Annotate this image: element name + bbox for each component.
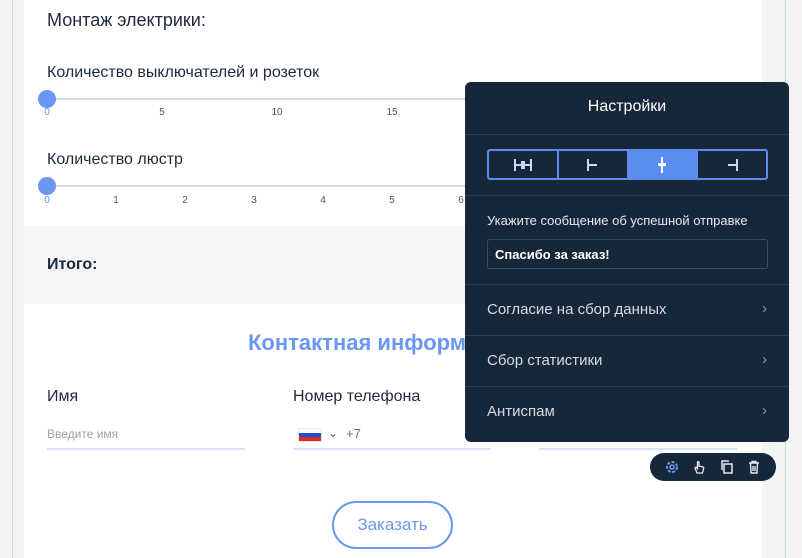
chevron-right-icon: › <box>762 402 767 419</box>
align-center-icon <box>658 156 667 173</box>
gear-icon[interactable] <box>663 458 681 476</box>
divider <box>465 195 789 196</box>
settings-panel: Настройки Укажите сообщение об успешной … <box>465 82 789 442</box>
name-input-underline <box>47 448 245 450</box>
slider-tick: 0 <box>44 107 50 118</box>
slider-tick: 2 <box>182 195 188 206</box>
slider-label-switches: Количество выключателей и розеток <box>47 64 320 81</box>
slider-track-chandeliers[interactable] <box>47 185 467 187</box>
third-input-underline <box>539 448 737 450</box>
align-right-icon <box>728 158 739 171</box>
slider-thumb-chandeliers[interactable] <box>38 177 56 195</box>
divider <box>465 134 789 135</box>
order-button[interactable]: Заказать <box>332 501 453 549</box>
contact-info-title: Контактная информ <box>248 330 467 355</box>
slider-track-switches[interactable] <box>47 98 467 100</box>
align-left-icon <box>586 158 597 171</box>
slider-tick: 3 <box>251 195 257 206</box>
slider-tick: 10 <box>271 107 283 118</box>
slider-tick: 5 <box>389 195 395 206</box>
settings-panel-title: Настройки <box>587 98 667 115</box>
chevron-right-icon: › <box>762 351 767 368</box>
copy-icon[interactable] <box>718 458 736 476</box>
settings-row-antispam[interactable]: Антиспам › <box>465 386 789 437</box>
chevron-down-icon[interactable]: ⌄ <box>328 426 338 440</box>
slider-tick: 0 <box>44 195 50 206</box>
slider-tick: 15 <box>386 107 398 118</box>
phone-input[interactable]: +7 <box>346 426 361 441</box>
settings-row-data-consent[interactable]: Согласие на сбор данных › <box>465 284 789 335</box>
slider-tick: 5 <box>159 107 165 118</box>
alignment-toggle-group <box>487 149 768 180</box>
slider-label-chandeliers: Количество люстр <box>47 151 183 168</box>
settings-row-statistics[interactable]: Сбор статистики › <box>465 335 789 386</box>
settings-row-label: Антиспам <box>487 403 555 420</box>
slider-tick: 4 <box>320 195 326 206</box>
slider-tick: 1 <box>113 195 119 206</box>
name-input[interactable]: Введите имя <box>47 427 118 441</box>
total-label: Итого: <box>47 256 98 273</box>
hand-pointer-icon[interactable] <box>690 458 708 476</box>
settings-row-label: Сбор статистики <box>487 352 603 369</box>
settings-row-label: Согласие на сбор данных <box>487 301 667 318</box>
name-field-label: Имя <box>47 388 79 405</box>
align-right-button[interactable] <box>698 151 766 178</box>
align-center-button[interactable] <box>628 151 699 178</box>
element-toolbar <box>650 453 776 481</box>
russia-flag-icon[interactable] <box>298 428 322 442</box>
align-fill-icon <box>513 158 532 171</box>
align-fill-button[interactable] <box>489 151 559 178</box>
success-message-label: Укажите сообщение об успешной отправке <box>487 213 748 228</box>
trash-icon[interactable] <box>745 458 763 476</box>
section-title: Монтаж электрики: <box>47 10 206 30</box>
phone-field-label: Номер телефона <box>293 388 421 405</box>
layout-guide-left <box>12 0 13 558</box>
slider-tick: 6 <box>458 195 464 206</box>
slider-thumb-switches[interactable] <box>38 90 56 108</box>
align-left-button[interactable] <box>559 151 629 178</box>
phone-input-underline <box>293 448 491 450</box>
success-message-input[interactable] <box>487 239 768 269</box>
chevron-right-icon: › <box>762 300 767 317</box>
